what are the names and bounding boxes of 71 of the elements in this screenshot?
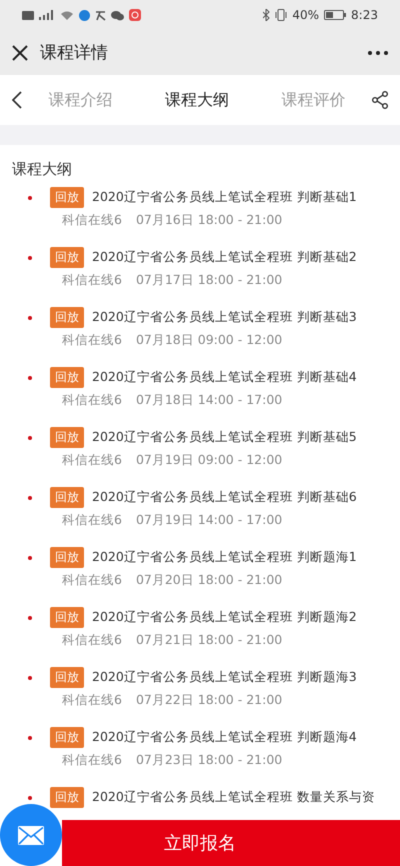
lesson-title[interactable]: 2020辽宁省公务员线上笔试全程班 判断题海1 [92,549,400,566]
lesson-title[interactable]: 2020辽宁省公务员线上笔试全程班 判断题海4 [92,729,400,746]
lesson-teacher: 科信在线6 [62,632,122,649]
back-icon[interactable] [12,91,22,109]
signup-button[interactable]: 立即报名 [62,820,400,866]
lesson-time: 07月17日 18:00 - 21:00 [136,272,282,289]
replay-tag: 回放 [50,367,84,388]
lesson-title[interactable]: 2020辽宁省公务员线上笔试全程班 判断基础1 [92,189,400,206]
battery-percent: 40% [292,8,320,22]
more-icon[interactable] [368,50,388,54]
replay-tag: 回放 [50,787,84,808]
signal-icon [39,10,55,20]
lesson-teacher: 科信在线6 [62,512,122,529]
lesson-title[interactable]: 2020辽宁省公务员线上笔试全程班 判断题海3 [92,669,400,686]
page-title: 课程详情 [40,42,109,64]
bluetooth-icon [263,9,270,21]
replay-tag: 回放 [50,667,84,688]
lesson-title[interactable]: 2020辽宁省公务员线上笔试全程班 判断题海2 [92,609,400,626]
lesson-time: 07月18日 09:00 - 12:00 [136,332,282,349]
bullet-dot [28,196,32,200]
replay-tag: 回放 [50,187,84,208]
replay-tag: 回放 [50,607,84,628]
lesson-teacher: 科信在线6 [62,692,122,709]
lesson-title[interactable]: 2020辽宁省公务员线上笔试全程班 判断基础5 [92,429,400,446]
lesson-time: 07月18日 14:00 - 17:00 [136,392,282,409]
lesson-teacher: 科信在线6 [62,212,122,229]
lesson-teacher: 科信在线6 [62,572,122,589]
message-button[interactable] [0,804,62,866]
replay-tag: 回放 [50,727,84,748]
clock: 8:23 [351,8,378,22]
tab[interactable]: 课程大纲 [138,84,256,116]
replay-tag: 回放 [50,247,84,268]
lesson-time: 07月23日 18:00 - 21:00 [136,752,282,769]
bullet-dot [28,676,32,680]
vibrate-icon [275,9,288,21]
lesson-teacher: 科信在线6 [62,392,122,409]
lesson-teacher: 科信在线6 [62,272,122,289]
lesson-time: 07月19日 09:00 - 12:00 [136,452,282,469]
share-icon[interactable] [372,91,388,109]
bullet-dot [28,256,32,260]
bullet-dot [28,616,32,620]
bullet-dot [28,376,32,380]
bullet-dot [28,496,32,500]
lesson-teacher: 科信在线6 [62,332,122,349]
battery-icon [324,10,346,20]
wifi-icon [60,10,74,20]
replay-tag: 回放 [50,427,84,448]
lesson-title[interactable]: 2020辽宁省公务员线上笔试全程班 判断基础2 [92,249,400,266]
bullet-dot [28,736,32,740]
lesson-teacher: 科信在线6 [62,452,122,469]
lesson-time: 07月22日 18:00 - 21:00 [136,692,282,709]
lesson-title[interactable]: 2020辽宁省公务员线上笔试全程班 数量关系与资 [92,789,400,806]
replay-tag: 回放 [50,547,84,568]
lesson-time: 07月19日 14:00 - 17:00 [136,512,282,529]
replay-tag: 回放 [50,487,84,508]
lesson-title[interactable]: 2020辽宁省公务员线上笔试全程班 判断基础4 [92,369,400,386]
lesson-title[interactable]: 2020辽宁省公务员线上笔试全程班 判断基础3 [92,309,400,326]
bullet-dot [28,556,32,560]
bullet-dot [28,436,32,440]
bullet-dot [28,316,32,320]
lesson-time: 07月21日 18:00 - 21:00 [136,632,282,649]
mail-icon [18,826,44,844]
replay-tag: 回放 [50,307,84,328]
close-icon[interactable] [12,44,28,60]
bullet-dot [28,796,32,800]
section-title: 课程大纲 [11,159,73,180]
lesson-title[interactable]: 2020辽宁省公务员线上笔试全程班 判断基础6 [92,489,400,506]
chat-icon [111,10,124,20]
lesson-teacher: 科信在线6 [62,752,122,769]
lesson-time: 07月16日 18:00 - 21:00 [136,212,282,229]
lesson-time: 07月20日 18:00 - 21:00 [136,572,282,589]
